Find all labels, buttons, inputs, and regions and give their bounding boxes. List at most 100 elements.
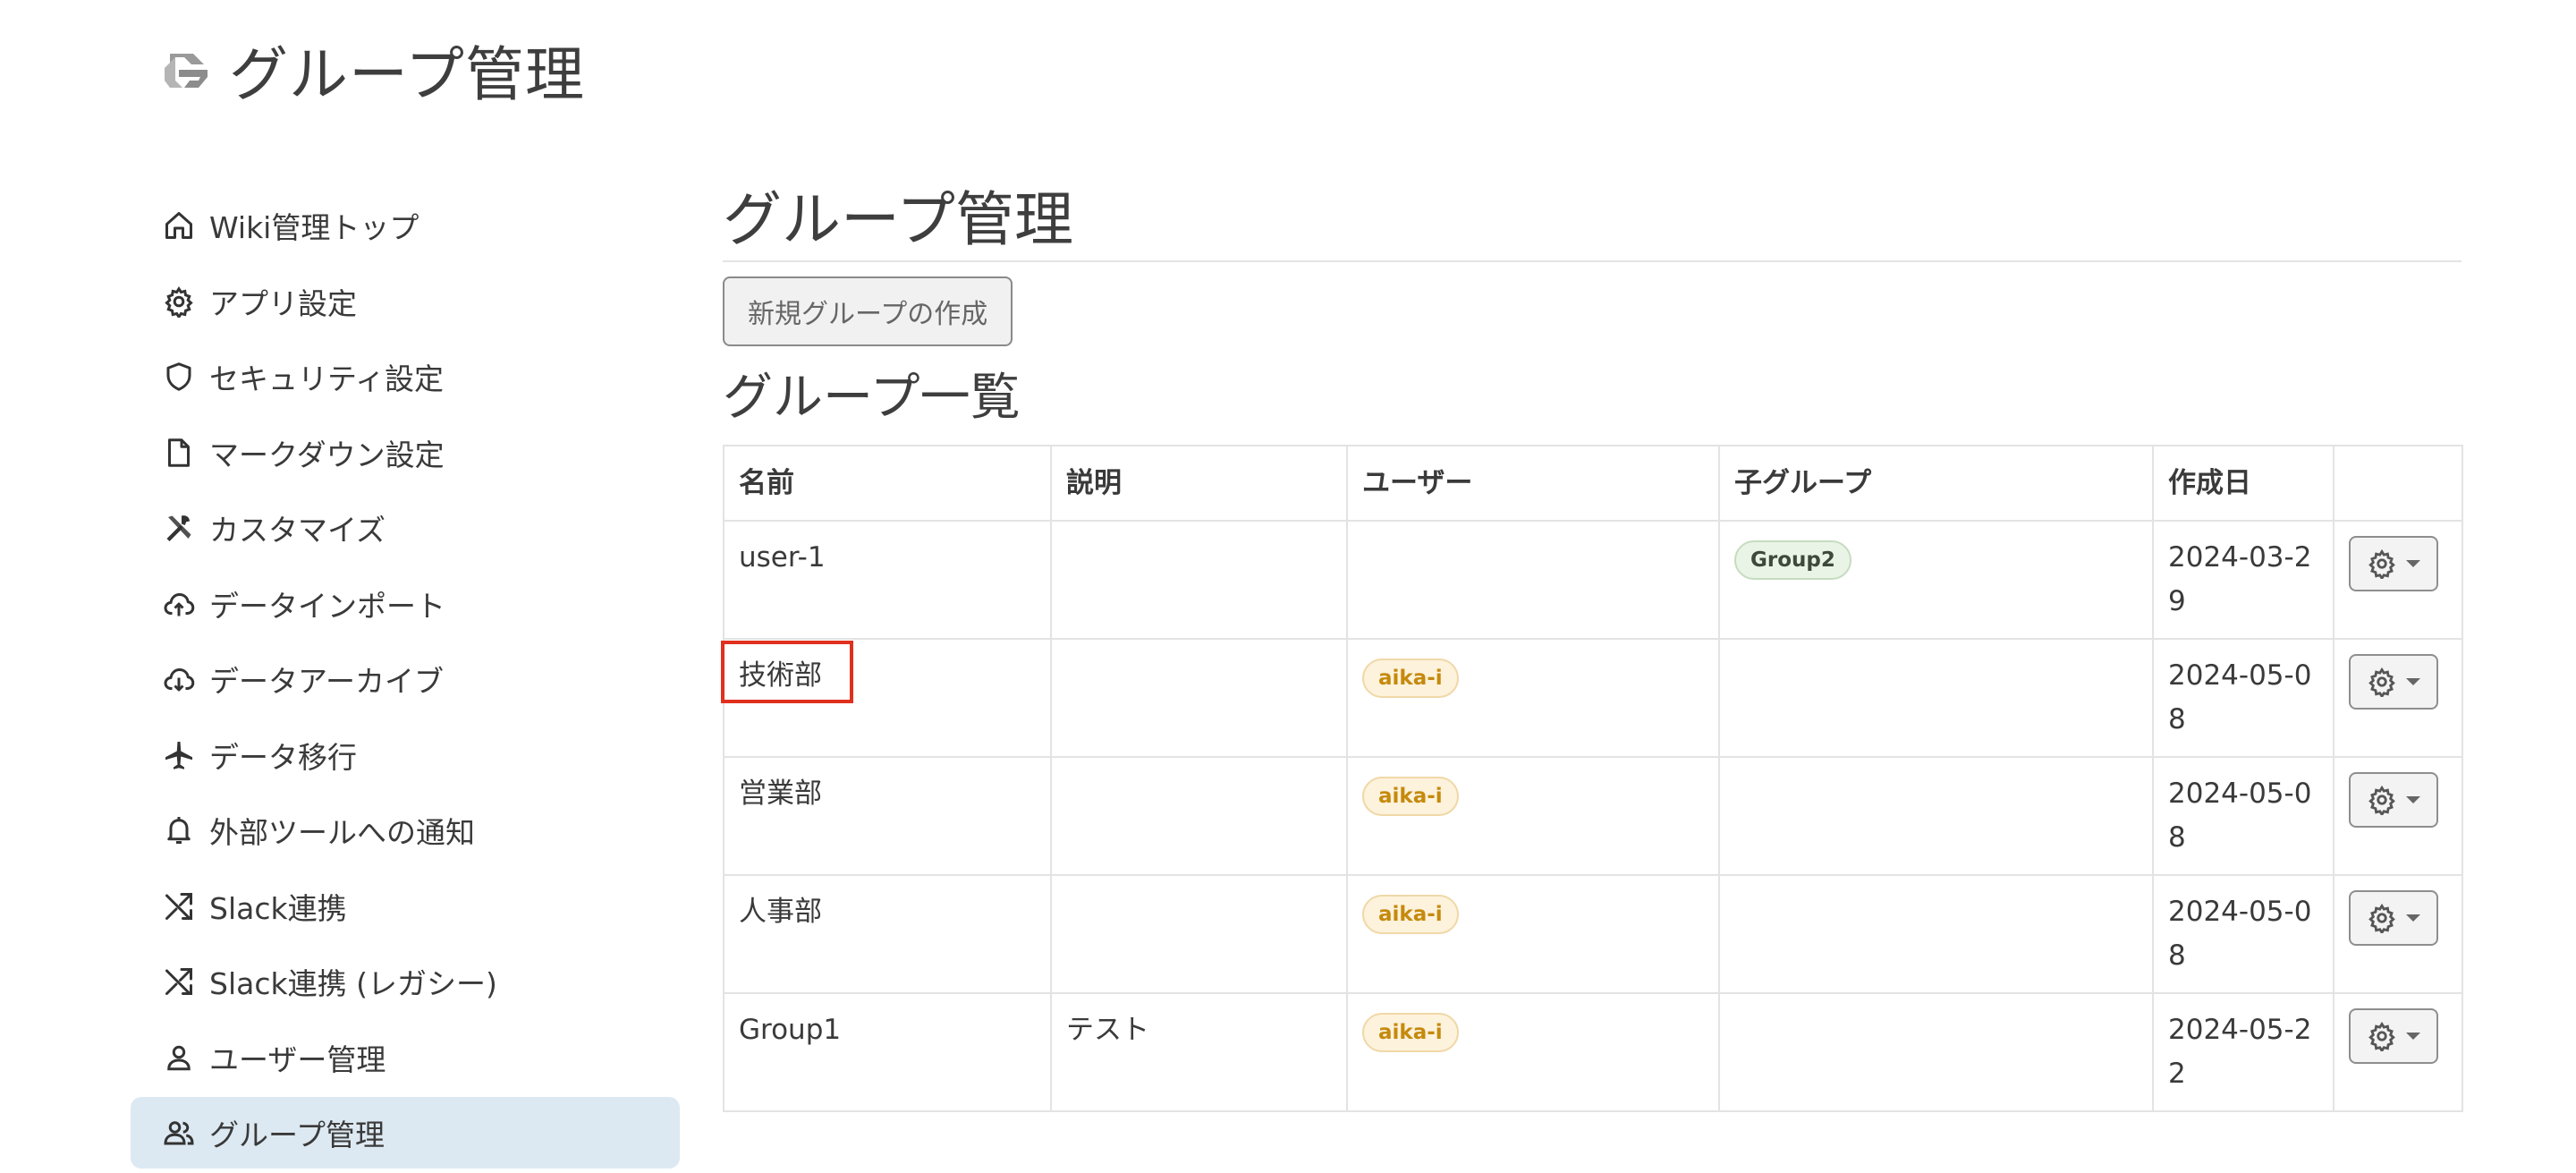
sidebar-item-slack[interactable]: Slack連携 <box>131 869 680 945</box>
group-name[interactable]: 人事部 <box>723 874 1052 994</box>
column-header-created: 作成日 <box>2152 445 2334 522</box>
user-badge[interactable]: aika-i <box>1362 1013 1459 1052</box>
sidebar-item-label: Wiki管理トップ <box>209 210 419 246</box>
group-users: aika-i <box>1346 992 1720 1112</box>
group-users: aika-i <box>1346 638 1720 758</box>
gear-icon <box>2368 667 2395 697</box>
shuffle-icon <box>161 888 197 924</box>
users-icon <box>161 1115 197 1151</box>
admin-sidebar: Wiki管理トップ アプリ設定 セキュリティ設定 マークダウン設定 カスタマイズ… <box>131 188 680 1169</box>
group-settings-dropdown[interactable] <box>2349 654 2438 710</box>
sidebar-item-label: グループ管理 <box>209 1118 386 1152</box>
group-users: aika-i <box>1346 756 1720 876</box>
table-header-row: 名前 説明 ユーザー 子グループ 作成日 <box>723 445 2463 522</box>
column-header-users: ユーザー <box>1346 445 1720 522</box>
group-created: 2024-05-08 <box>2152 874 2334 994</box>
group-name[interactable]: 技術部 <box>723 638 1052 758</box>
gear-icon <box>2368 548 2395 579</box>
column-header-actions <box>2333 445 2463 522</box>
app-header: グループ管理 <box>157 27 585 113</box>
column-header-child-groups: 子グループ <box>1718 445 2154 522</box>
shuffle-icon <box>161 964 197 999</box>
bell-icon <box>161 812 197 848</box>
column-header-name: 名前 <box>723 445 1052 522</box>
sidebar-item-data-import[interactable]: データインポート <box>131 566 680 642</box>
gear-icon <box>161 284 197 319</box>
group-created: 2024-03-29 <box>2152 520 2334 640</box>
chevron-down-icon <box>2406 1033 2420 1040</box>
group-settings-dropdown[interactable] <box>2349 890 2438 946</box>
sidebar-item-customize[interactable]: カスタマイズ <box>131 490 680 566</box>
group-name[interactable]: 営業部 <box>723 756 1052 876</box>
user-badge[interactable]: aika-i <box>1362 777 1459 816</box>
gear-icon <box>2368 785 2395 815</box>
cloud-download-icon <box>161 661 197 697</box>
chevron-down-icon <box>2406 914 2420 922</box>
sidebar-item-label: Slack連携 <box>209 890 347 926</box>
group-name[interactable]: Group1 <box>723 992 1052 1112</box>
group-users: aika-i <box>1346 874 1720 994</box>
home-icon <box>161 208 197 243</box>
table-row: 技術部 aika-i 2024-05-08 <box>723 638 2463 758</box>
group-name[interactable]: user-1 <box>723 520 1052 640</box>
group-settings-dropdown[interactable] <box>2349 772 2438 828</box>
growi-logo-icon <box>165 54 208 88</box>
chevron-down-icon <box>2406 560 2420 567</box>
sidebar-item-groups[interactable]: グループ管理 <box>131 1097 680 1169</box>
group-created: 2024-05-08 <box>2152 638 2334 758</box>
sidebar-item-label: セキュリティ設定 <box>209 361 445 397</box>
user-badge[interactable]: aika-i <box>1362 895 1459 934</box>
user-icon <box>161 1040 197 1075</box>
group-actions <box>2333 992 2463 1112</box>
group-users <box>1346 520 1720 640</box>
group-actions <box>2333 874 2463 994</box>
sidebar-item-notification[interactable]: 外部ツールへの通知 <box>131 793 680 869</box>
group-children <box>1718 756 2154 876</box>
group-children: Group2 <box>1718 520 2154 640</box>
sidebar-item-slack-legacy[interactable]: Slack連携 (レガシー) <box>131 944 680 1020</box>
table-row: 人事部 aika-i 2024-05-08 <box>723 874 2463 994</box>
chevron-down-icon <box>2406 796 2420 803</box>
sidebar-item-label: カスタマイズ <box>209 513 386 548</box>
group-children <box>1718 638 2154 758</box>
sidebar-item-label: 外部ツールへの通知 <box>209 815 475 851</box>
user-badge[interactable]: aika-i <box>1362 659 1459 698</box>
document-icon <box>161 435 197 471</box>
group-description <box>1050 520 1348 640</box>
table-row: user-1 Group2 2024-03-29 <box>723 520 2463 640</box>
group-settings-dropdown[interactable] <box>2349 1008 2438 1064</box>
sidebar-item-label: データ移行 <box>209 739 357 775</box>
page-title: グループ管理 <box>723 183 2462 262</box>
group-description <box>1050 756 1348 876</box>
group-description <box>1050 638 1348 758</box>
group-actions <box>2333 520 2463 640</box>
app-title: グループ管理 <box>229 40 586 109</box>
child-group-badge[interactable]: Group2 <box>1734 540 1852 580</box>
sidebar-item-wiki-top[interactable]: Wiki管理トップ <box>131 188 680 264</box>
sidebar-item-app-settings[interactable]: アプリ設定 <box>131 264 680 340</box>
group-list-title: グループ一覧 <box>723 369 1021 427</box>
group-settings-dropdown[interactable] <box>2349 536 2438 591</box>
chevron-down-icon <box>2406 678 2420 685</box>
group-table: 名前 説明 ユーザー 子グループ 作成日 user-1 Group2 2024-… <box>723 445 2463 1112</box>
sidebar-item-label: Slack連携 (レガシー) <box>209 966 497 1002</box>
group-actions <box>2333 638 2463 758</box>
sidebar-item-security[interactable]: セキュリティ設定 <box>131 339 680 415</box>
group-actions <box>2333 756 2463 876</box>
sidebar-item-label: データアーカイブ <box>209 664 445 700</box>
new-group-button[interactable]: 新規グループの作成 <box>723 276 1013 346</box>
sidebar-item-users[interactable]: ユーザー管理 <box>131 1020 680 1096</box>
table-row: 営業部 aika-i 2024-05-08 <box>723 756 2463 876</box>
group-created: 2024-05-22 <box>2152 992 2334 1112</box>
sidebar-item-data-archive[interactable]: データアーカイブ <box>131 642 680 718</box>
airplane-icon <box>161 737 197 773</box>
sidebar-item-markdown[interactable]: マークダウン設定 <box>131 415 680 491</box>
column-header-description: 説明 <box>1050 445 1348 522</box>
table-row: Group1 テスト aika-i 2024-05-22 <box>723 992 2463 1112</box>
group-description <box>1050 874 1348 994</box>
sidebar-item-label: マークダウン設定 <box>209 437 445 472</box>
gear-icon <box>2368 1021 2395 1051</box>
group-created: 2024-05-08 <box>2152 756 2334 876</box>
group-children <box>1718 874 2154 994</box>
sidebar-item-data-transfer[interactable]: データ移行 <box>131 718 680 794</box>
